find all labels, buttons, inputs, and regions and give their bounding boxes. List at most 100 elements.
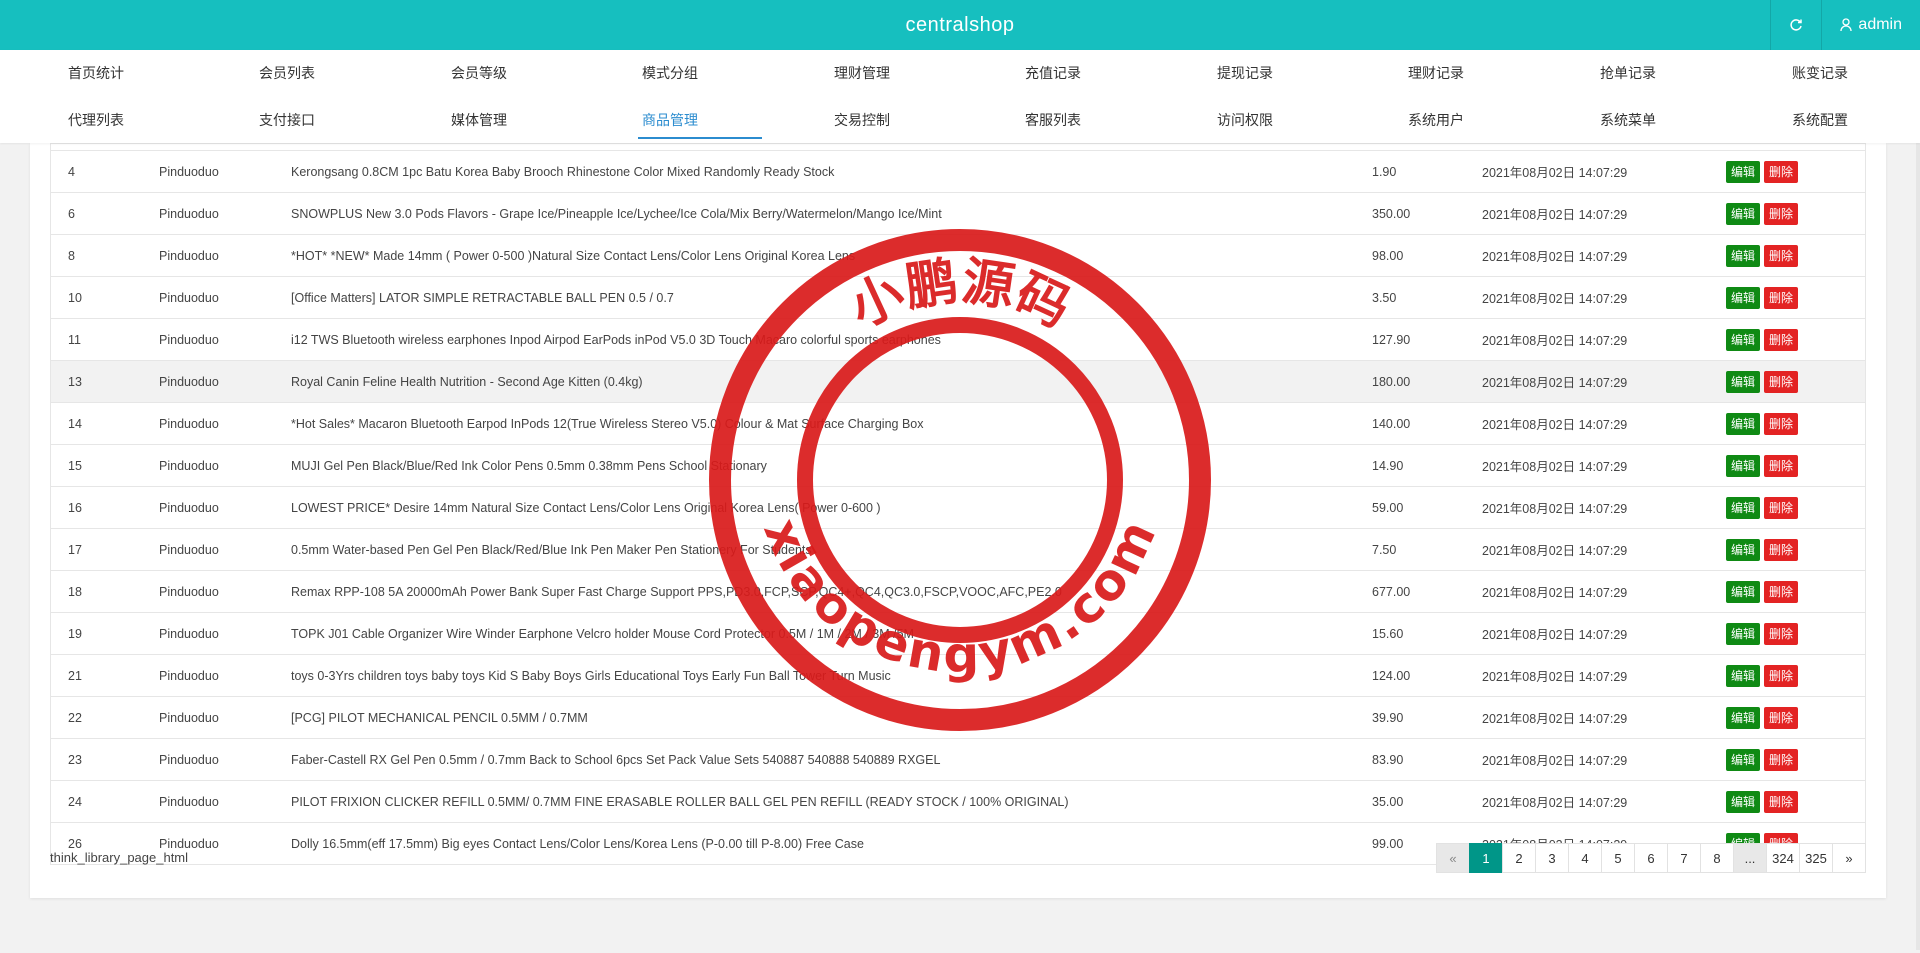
row-platform: Pinduoduo: [159, 150, 291, 193]
delete-button[interactable]: 删除: [1764, 160, 1799, 183]
row-time: 2021年08月02日 14:07:29: [1482, 402, 1726, 445]
row-actions: 编辑删除: [1726, 150, 1866, 193]
edit-button[interactable]: 编辑: [1726, 496, 1761, 519]
delete-button[interactable]: 删除: [1764, 790, 1799, 813]
edit-button[interactable]: 编辑: [1726, 454, 1761, 477]
nav-item[interactable]: 媒体管理: [451, 97, 507, 143]
table-row: 13 Pinduoduo Royal Canin Feline Health Nut…: [50, 360, 1866, 403]
refresh-button[interactable]: [1770, 0, 1821, 50]
table-row: 10 Pinduoduo [Office Matters] LATOR SIMPLE…: [50, 276, 1866, 319]
row-actions: 编辑删除: [1726, 276, 1866, 319]
edit-button[interactable]: 编辑: [1726, 790, 1761, 813]
pagination-page[interactable]: ...: [1733, 843, 1767, 873]
row-product-name: LOWEST PRICE* Desire 14mm Natural Size C…: [291, 486, 1372, 529]
page-scrollbar[interactable]: [1916, 50, 1920, 950]
delete-button[interactable]: 删除: [1764, 664, 1799, 687]
row-actions: 编辑删除: [1726, 780, 1866, 823]
nav-item[interactable]: 充值记录: [1025, 50, 1081, 96]
row-platform: Pinduoduo: [159, 444, 291, 487]
delete-button[interactable]: 删除: [1764, 622, 1799, 645]
pagination-page[interactable]: 3: [1535, 843, 1569, 873]
nav-item[interactable]: 客服列表: [1025, 97, 1081, 143]
pagination-page[interactable]: 4: [1568, 843, 1602, 873]
row-price: 59.00: [1372, 486, 1482, 529]
row-platform: Pinduoduo: [159, 276, 291, 319]
delete-button[interactable]: 删除: [1764, 454, 1799, 477]
pagination-page[interactable]: 324: [1766, 843, 1800, 873]
username: admin: [1858, 16, 1902, 33]
table-row: 24 Pinduoduo PILOT FRIXION CLICKER REFILL …: [50, 780, 1866, 823]
nav-item[interactable]: 交易控制: [834, 97, 890, 143]
edit-button[interactable]: 编辑: [1726, 160, 1761, 183]
pagination-page[interactable]: 2: [1502, 843, 1536, 873]
delete-button[interactable]: 删除: [1764, 748, 1799, 771]
edit-button[interactable]: 编辑: [1726, 370, 1761, 393]
nav-item[interactable]: 系统菜单: [1600, 97, 1656, 143]
nav-item[interactable]: 支付接口: [259, 97, 315, 143]
delete-button[interactable]: 删除: [1764, 706, 1799, 729]
pagination-page[interactable]: 325: [1799, 843, 1833, 873]
row-price: 3.50: [1372, 276, 1482, 319]
nav-item[interactable]: 访问权限: [1217, 97, 1273, 143]
edit-button[interactable]: 编辑: [1726, 748, 1761, 771]
row-actions: 编辑删除: [1726, 444, 1866, 487]
edit-button[interactable]: 编辑: [1726, 328, 1761, 351]
row-id: 18: [50, 570, 159, 613]
row-product-name: 0.5mm Water-based Pen Gel Pen Black/Red/…: [291, 528, 1372, 571]
nav-item[interactable]: 账变记录: [1792, 50, 1848, 96]
delete-button[interactable]: 删除: [1764, 412, 1799, 435]
row-time: 2021年08月02日 14:07:29: [1482, 570, 1726, 613]
nav-row-2: 代理列表 支付接口 媒体管理 商品管理 交易控制 客服列表 访问权限 系统用户 …: [0, 97, 1920, 143]
nav-item[interactable]: 系统配置: [1792, 97, 1848, 143]
pagination-prev[interactable]: «: [1436, 843, 1470, 873]
delete-button[interactable]: 删除: [1764, 538, 1799, 561]
delete-button[interactable]: 删除: [1764, 244, 1799, 267]
pagination-page[interactable]: 8: [1700, 843, 1734, 873]
edit-button[interactable]: 编辑: [1726, 664, 1761, 687]
delete-button[interactable]: 删除: [1764, 496, 1799, 519]
nav-item[interactable]: 抢单记录: [1600, 50, 1656, 96]
nav-item[interactable]: 首页统计: [68, 50, 124, 96]
delete-button[interactable]: 删除: [1764, 286, 1799, 309]
table-spacer-row: [50, 143, 1866, 151]
edit-button[interactable]: 编辑: [1726, 538, 1761, 561]
row-price: 127.90: [1372, 318, 1482, 361]
table-row: 4 Pinduoduo Kerongsang 0.8CM 1pc Batu Kore…: [50, 150, 1866, 193]
nav-row-1: 首页统计 会员列表 会员等级 模式分组 理财管理 充值记录 提现记录 理财记录 …: [0, 50, 1920, 96]
pagination-page[interactable]: 1: [1469, 843, 1503, 873]
pagination-next[interactable]: »: [1832, 843, 1866, 873]
row-actions: 编辑删除: [1726, 192, 1866, 235]
nav-item[interactable]: 会员等级: [451, 50, 507, 96]
table-row: 6 Pinduoduo SNOWPLUS New 3.0 Pods Flavors …: [50, 192, 1866, 235]
nav-item[interactable]: 理财管理: [834, 50, 890, 96]
edit-button[interactable]: 编辑: [1726, 286, 1761, 309]
edit-button[interactable]: 编辑: [1726, 244, 1761, 267]
nav-item[interactable]: 代理列表: [68, 97, 124, 143]
row-product-name: Faber-Castell RX Gel Pen 0.5mm / 0.7mm B…: [291, 738, 1372, 781]
delete-button[interactable]: 删除: [1764, 202, 1799, 225]
row-price: 124.00: [1372, 654, 1482, 697]
row-product-name: *Hot Sales* Macaron Bluetooth Earpod InP…: [291, 402, 1372, 445]
nav-item[interactable]: 会员列表: [259, 50, 315, 96]
pagination-page[interactable]: 6: [1634, 843, 1668, 873]
delete-button[interactable]: 删除: [1764, 580, 1799, 603]
edit-button[interactable]: 编辑: [1726, 580, 1761, 603]
edit-button[interactable]: 编辑: [1726, 622, 1761, 645]
nav-item[interactable]: 模式分组: [642, 50, 698, 96]
nav-item-active[interactable]: 商品管理: [638, 97, 762, 143]
edit-button[interactable]: 编辑: [1726, 412, 1761, 435]
row-actions: 编辑删除: [1726, 696, 1866, 739]
row-time: 2021年08月02日 14:07:29: [1482, 444, 1726, 487]
pagination-page[interactable]: 7: [1667, 843, 1701, 873]
nav-item[interactable]: 理财记录: [1408, 50, 1464, 96]
user-menu[interactable]: admin: [1821, 0, 1920, 50]
edit-button[interactable]: 编辑: [1726, 706, 1761, 729]
nav-item[interactable]: 系统用户: [1408, 97, 1464, 143]
delete-button[interactable]: 删除: [1764, 328, 1799, 351]
row-product-name: *HOT* *NEW* Made 14mm ( Power 0-500 )Nat…: [291, 234, 1372, 277]
pagination-page[interactable]: 5: [1601, 843, 1635, 873]
edit-button[interactable]: 编辑: [1726, 202, 1761, 225]
row-id: 8: [50, 234, 159, 277]
nav-item[interactable]: 提现记录: [1217, 50, 1273, 96]
delete-button[interactable]: 删除: [1764, 370, 1799, 393]
